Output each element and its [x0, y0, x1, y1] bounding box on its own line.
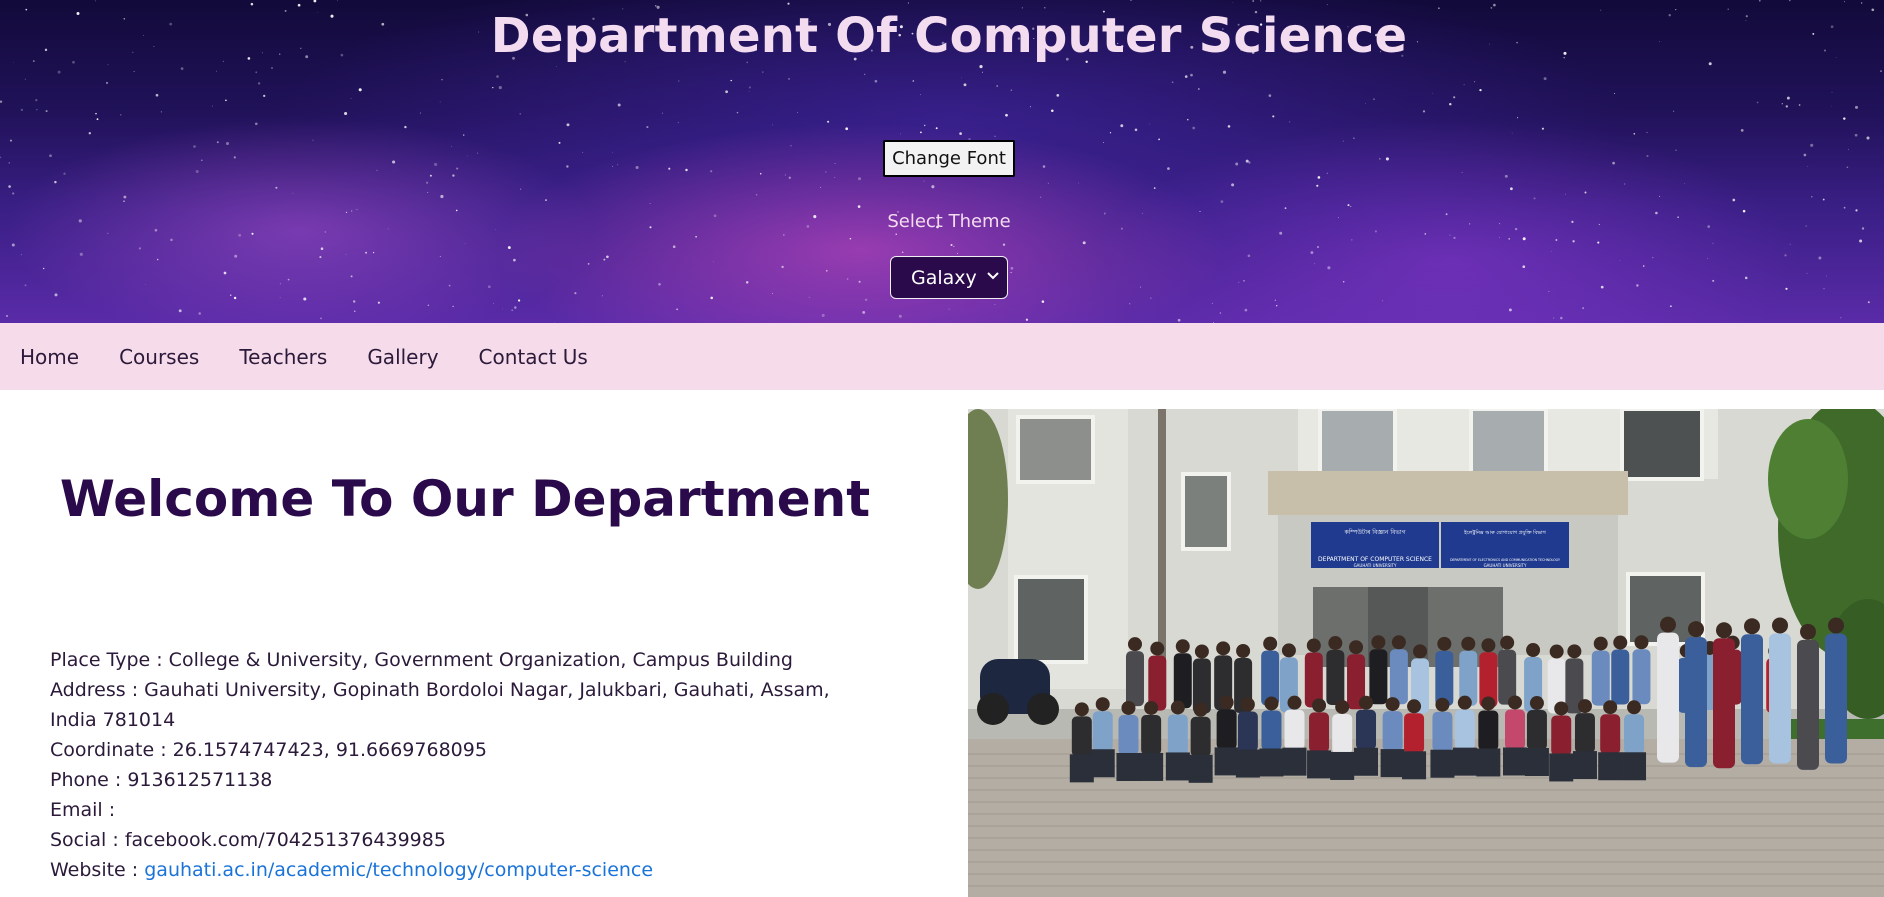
nav-contact-us[interactable]: Contact Us [479, 345, 588, 369]
group-photo-illustration: কম্পিউটাৰ বিজ্ঞান বিভাগ DEPARTMENT OF CO… [968, 409, 1884, 897]
photo-sign-left-script: কম্পিউটাৰ বিজ্ঞান বিভাগ [1343, 528, 1406, 536]
info-website-label: Website : [50, 859, 145, 881]
info-phone: Phone : 913612571138 [50, 769, 273, 791]
website-link[interactable]: gauhati.ac.in/academic/technology/comput… [144, 859, 653, 881]
department-info: Place Type : College & University, Gover… [50, 645, 850, 885]
nav-teachers[interactable]: Teachers [239, 345, 327, 369]
theme-select-value: Galaxy [911, 267, 977, 289]
site-title: Department Of Computer Science [490, 8, 1408, 64]
main-nav: Home Courses Teachers Gallery Contact Us [0, 323, 1884, 390]
nav-home[interactable]: Home [20, 345, 79, 369]
info-email: Email : [50, 799, 116, 821]
photo-sign-left: DEPARTMENT OF COMPUTER SCIENCE [1318, 556, 1432, 563]
photo-sign-right-sub: GAUHATI UNIVERSITY [1484, 563, 1527, 568]
header-banner: Department Of Computer Science Change Fo… [0, 0, 1884, 323]
theme-select[interactable]: Galaxy [890, 256, 1008, 299]
change-font-button[interactable]: Change Font [883, 140, 1015, 177]
theme-label: Select Theme [887, 211, 1011, 232]
nav-courses[interactable]: Courses [119, 345, 199, 369]
photo-sign-left-sub: GAUHATI UNIVERSITY [1354, 563, 1397, 568]
info-address: Address : Gauhati University, Gopinath B… [50, 679, 830, 731]
chevron-down-icon [987, 272, 999, 280]
info-website: Website : gauhati.ac.in/academic/technol… [50, 855, 850, 885]
info-social: Social : facebook.com/704251376439985 [50, 829, 446, 851]
department-group-photo: কম্পিউটাৰ বিজ্ঞান বিভাগ DEPARTMENT OF CO… [968, 409, 1884, 897]
welcome-heading: Welcome To Our Department [59, 470, 871, 528]
info-coordinate: Coordinate : 26.1574747423, 91.666976809… [50, 739, 487, 761]
photo-sign-right: DEPARTMENT OF ELECTRONICS AND COMMUNICAT… [1450, 558, 1560, 562]
photo-sign-right-script: ইলেক্ট্ৰনিক্স আৰু যোগাযোগ প্ৰযুক্তি বিভা… [1463, 529, 1546, 536]
nav-gallery[interactable]: Gallery [367, 345, 438, 369]
info-place-type: Place Type : College & University, Gover… [50, 649, 793, 671]
